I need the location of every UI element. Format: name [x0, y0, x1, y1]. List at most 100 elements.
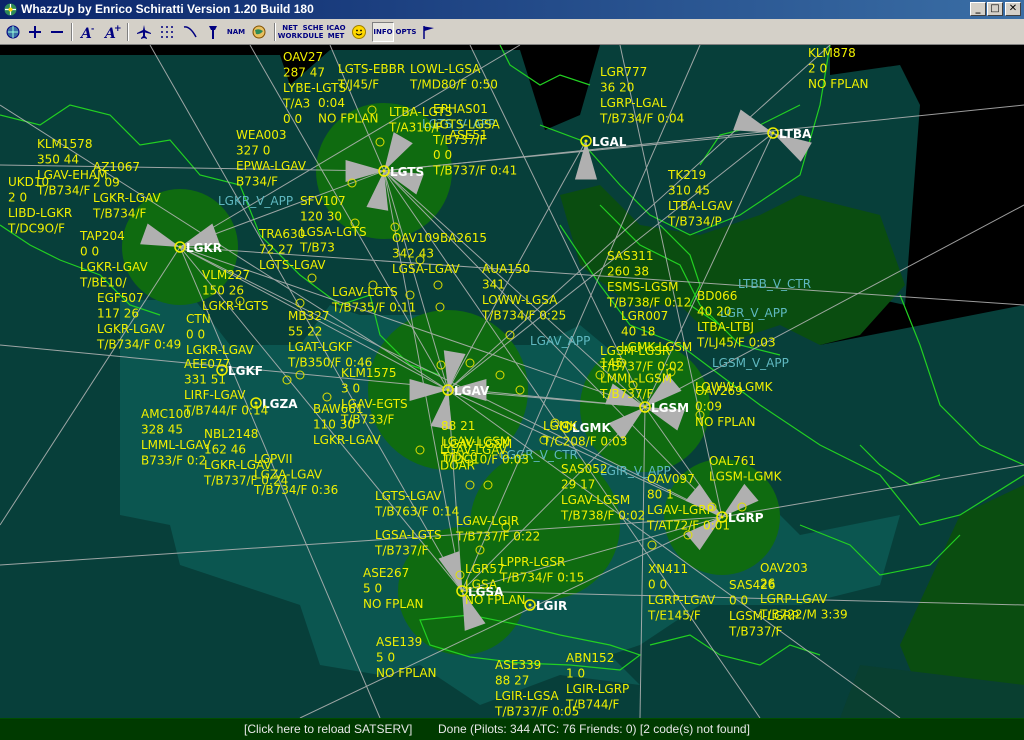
options-button[interactable]: OPTS: [395, 22, 417, 42]
flight-label-line: LGAV-LGRP: [647, 503, 714, 517]
flight-label-line: 310 45: [668, 184, 710, 198]
flight-label-line: OAV27: [283, 50, 323, 64]
flight-label-line: LGSA: [465, 578, 498, 592]
flight-label-line: T/J45/F: [337, 78, 379, 92]
route-icon[interactable]: [179, 22, 201, 42]
flight-label-line: LGSA-LGTS: [375, 528, 442, 542]
flight-label-line: T/B737/F: [599, 387, 654, 401]
flight-label-line: LGMK: [543, 419, 578, 433]
airport-code: LGRP: [728, 511, 764, 525]
flight-label-line: AUA150: [482, 262, 530, 276]
flight-label-line: AMC100: [141, 407, 191, 421]
flight-label-line: ASE267: [363, 566, 409, 580]
atc-label[interactable]: LGSM_V_APP: [712, 356, 789, 370]
flight-label-line: LGTS-LGAV: [375, 489, 442, 503]
map-canvas[interactable]: LGKR_V_APPLGTS_V_APPLTBB_V_CTRLGSM_V_APP…: [0, 45, 1024, 718]
flight-label-line: XN411: [648, 562, 688, 576]
flight-label-line: 342 43: [392, 247, 434, 261]
reload-satserv-link[interactable]: [Click here to reload SATSERV]: [244, 722, 412, 736]
flight-label-line: T/AT72/F 0:01: [646, 519, 730, 533]
flight-label-line: 36 20: [600, 81, 634, 95]
flight-label-line: LGRP-LGAL: [600, 96, 667, 110]
flight-label-line: 327 0: [236, 144, 270, 158]
radar-map[interactable]: LGKR_V_APP LGTS_V_APP LTBB_V_CTR LGSM_V_APP…: [0, 45, 1024, 718]
flight-label-line: SAS052: [561, 462, 608, 476]
flight-label[interactable]: BA2615: [440, 231, 487, 245]
flight-label-line: T/B734/F 0:49: [96, 338, 181, 352]
atc-label[interactable]: LGKR_V_APP: [218, 194, 293, 208]
font-increase-icon[interactable]: A +: [101, 22, 123, 42]
smiley-icon[interactable]: [348, 22, 370, 42]
app-logo-icon: [4, 3, 17, 16]
flight-label-line: T/B735/F 0:11: [331, 301, 416, 315]
flight-label-line: LGAV-LGIR: [456, 514, 519, 528]
flight-label-line: 40 18: [621, 325, 655, 339]
flight-label-line: 0:04: [318, 96, 345, 110]
flight-label-line: T/B738/F 0:02: [560, 509, 645, 523]
flight-label-line: LGAV-LGTS: [332, 285, 398, 299]
flight-label-line: TK219: [667, 168, 706, 182]
icao-met-button[interactable]: ICAO MET: [325, 22, 347, 42]
flight-label-line: LGR57: [465, 562, 505, 576]
flight-label-line: OAV109: [392, 231, 440, 245]
airplane-icon[interactable]: [133, 22, 155, 42]
flight-label-line: 0 0: [729, 594, 748, 608]
grid-dots-icon[interactable]: [156, 22, 178, 42]
airport-code: LGSM: [651, 401, 689, 415]
status-bar: [Click here to reload SATSERV] Done (Pil…: [0, 718, 1024, 740]
minimize-button[interactable]: _: [970, 2, 986, 16]
flight-label-line: LOWL-LGSA: [410, 62, 481, 76]
toolbar-separator: [274, 23, 276, 41]
flight-label-line: 2 0: [8, 191, 27, 205]
atc-label[interactable]: LTBB_V_CTR: [738, 277, 811, 291]
close-button[interactable]: ✕: [1005, 2, 1021, 16]
flight-label[interactable]: KLM878 2 0 NO FPLAN: [808, 46, 869, 91]
flight-label-line: LTBA-LGAV: [668, 199, 733, 213]
tower-icon[interactable]: [202, 22, 224, 42]
font-decrease-icon[interactable]: A-: [77, 22, 99, 42]
flight-label-line: B734/F: [236, 175, 278, 189]
toolbar: A- A + NAM NET WORK SCHE DULE ICAO MET IN…: [0, 19, 1024, 45]
maximize-button[interactable]: □: [987, 2, 1003, 16]
nam-button[interactable]: NAM: [225, 22, 247, 42]
flight-label-line: 1 0: [566, 667, 585, 681]
flight-label-line: LMML-LGAV: [141, 438, 212, 452]
flight-label-line: BA2615: [440, 231, 487, 245]
flag-icon[interactable]: [418, 22, 440, 42]
flight-label-line: 0 0: [433, 148, 452, 162]
flight-label-line: T/B734/P: [667, 215, 722, 229]
info-toggle[interactable]: INFO: [372, 22, 394, 42]
flight-label-line: LGKR-LGAV: [93, 191, 161, 205]
flight-label-line: T/MD80/F 0:50: [409, 78, 498, 92]
zoom-out-icon[interactable]: [46, 22, 68, 42]
airport-dot: [382, 169, 386, 173]
flight-label-line: LGKR-LGTS: [202, 299, 269, 313]
flight-label-line: 0 0: [80, 245, 99, 259]
atc-label[interactable]: LGAV_APP: [530, 334, 590, 348]
flight-label-line: LGRP-LGAV: [760, 592, 828, 606]
flight-label-line: 72 27: [259, 243, 293, 257]
flight-label-line: ASE139: [376, 635, 422, 649]
status-text: Done (Pilots: 344 ATC: 76 Friends: 0) [2…: [438, 722, 750, 736]
globe-icon[interactable]: [2, 22, 24, 42]
flight-label-line: 120 30: [300, 210, 342, 224]
schedule-button[interactable]: SCHE DULE: [302, 22, 324, 42]
airport-code: LGKR: [186, 241, 222, 255]
flight-label-line: 0 0: [648, 578, 667, 592]
zoom-in-icon[interactable]: [24, 22, 46, 42]
flight-label-line: TAP204: [79, 229, 125, 243]
flight-label-line: 80 1: [647, 488, 674, 502]
airport-dot: [584, 139, 588, 143]
network-button[interactable]: NET WORK: [278, 22, 303, 42]
flight-label-line: NO FPLAN: [808, 77, 869, 91]
flight-label-line: 26: [760, 577, 775, 591]
flight-label-line: NO FPLAN: [376, 666, 437, 680]
flight-label-line: LIBD-LGKR: [8, 206, 72, 220]
flight-label-line: LYBE-LGTS: [283, 81, 346, 95]
flight-label-line: 260 38: [607, 265, 649, 279]
flight-label-line: T/B734/F 0:15: [499, 571, 584, 585]
flight-label[interactable]: ASE51: [449, 128, 488, 142]
world-icon[interactable]: [248, 22, 270, 42]
airport-dot: [446, 388, 450, 392]
flight-label-line: OAV203: [760, 561, 808, 575]
